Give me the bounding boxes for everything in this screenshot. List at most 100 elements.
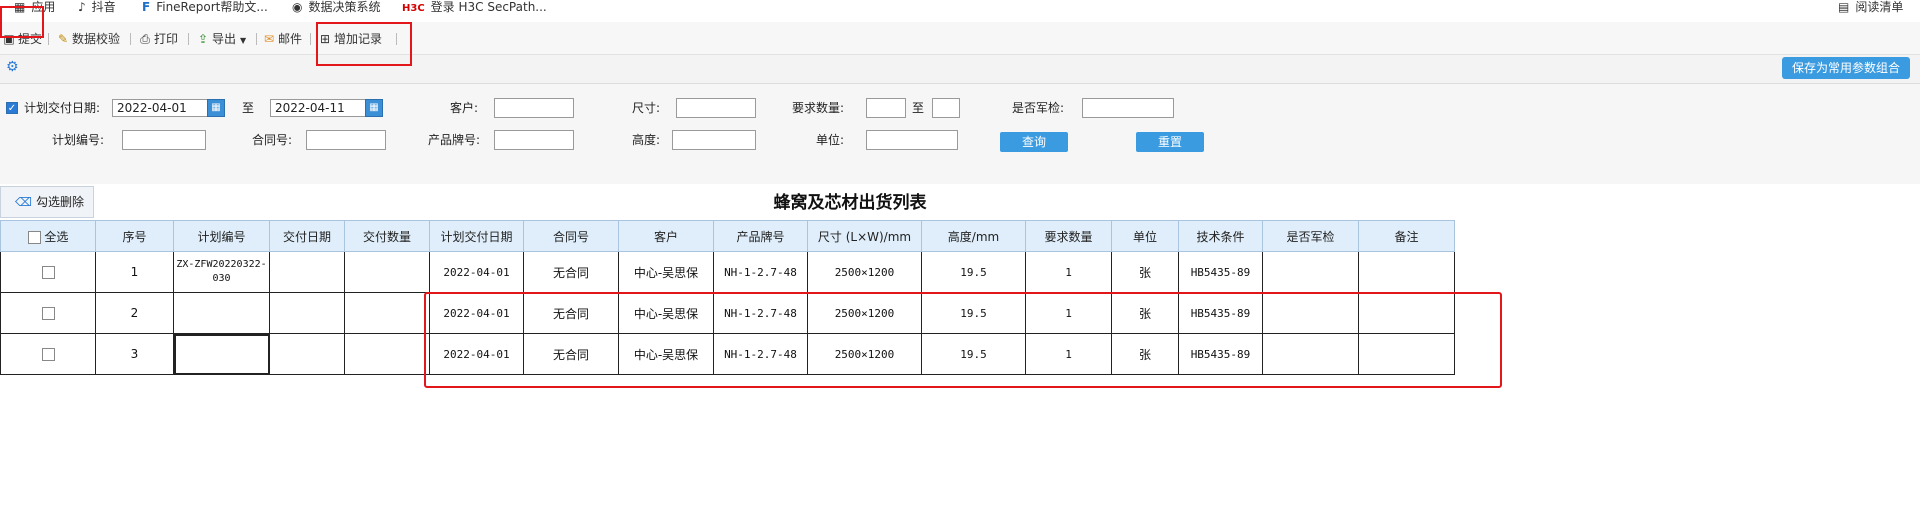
to-label: 至 [912,101,925,115]
printer-icon: ⎙ [140,32,150,46]
cell-plan-no[interactable] [173,292,270,334]
unit-input[interactable] [866,130,958,150]
header-cell: 要求数量 [1025,220,1112,252]
header-cell: 尺寸 (L×W)/mm [807,220,922,252]
cell-plan-date: 2022-04-01 [429,251,524,293]
reading-list-icon: ▤ [1838,0,1850,14]
header-cell: 单位 [1111,220,1179,252]
unit-label: 单位: [816,133,845,147]
row-checkbox-cell[interactable] [0,292,96,334]
delete-checked-button[interactable]: ⌫ 勾选删除 [0,186,94,218]
reset-button[interactable]: 重置 [1136,132,1204,152]
header-cell: 高度/mm [921,220,1026,252]
plan-date-checkbox[interactable]: ✓ [6,102,18,114]
header-cell: 是否军检 [1262,220,1359,252]
customer-input[interactable] [494,98,574,118]
row-checkbox[interactable] [41,306,55,320]
date-to-input[interactable] [270,99,366,117]
row-checkbox[interactable] [41,347,55,361]
row-checkbox-cell[interactable] [0,333,96,375]
cell-delivery-qty[interactable] [344,333,430,375]
cell-delivery-date[interactable] [269,251,345,293]
annotation-box-add-record [316,22,412,66]
size-input[interactable] [676,98,756,118]
plan-no-input[interactable] [122,130,206,150]
toolbar-divider [310,33,311,45]
header-cell: 备注 [1358,220,1455,252]
cell-tech: HB5435-89 [1178,251,1263,293]
cell-delivery-qty[interactable] [344,292,430,334]
toolbar-divider [256,33,257,45]
cell-plan-no-selected[interactable] [173,333,270,375]
h3c-icon: H3C [402,3,425,14]
print-button[interactable]: ⎙ 打印 [138,30,178,48]
cell-seq: 3 [95,333,174,375]
cell-delivery-date[interactable] [269,292,345,334]
annotation-box-submit [0,6,44,38]
cell-size: 2500×1200 [807,251,922,293]
tiktok-icon: ♪ [78,0,86,14]
bookmark-h3c[interactable]: H3C 登录 H3C SecPath... [402,0,547,16]
cell-seq: 2 [95,292,174,334]
query-form: ✓ 计划交付日期: ▦ 至 ▦ 客户: 尺寸: 要求数量: 至 是否军检: 计划… [0,84,1920,184]
bookmark-decision-system[interactable]: ◉ 数据决策系统 [292,0,381,16]
plan-no-label: 计划编号: [52,133,105,147]
finereport-icon: F [142,0,151,14]
row-checkbox-cell[interactable] [0,251,96,293]
size-label: 尺寸: [632,101,661,115]
calendar-icon[interactable]: ▦ [207,99,225,117]
bookmark-finereport[interactable]: F FineReport帮助文... [142,0,268,16]
toolbar-divider [48,33,49,45]
contract-label: 合同号: [252,133,293,147]
military-label: 是否军检: [1012,101,1065,115]
qty-from-input[interactable] [866,98,906,118]
wand-icon: ✎ [57,32,69,46]
date-from-input[interactable] [112,99,208,117]
qty-to-input[interactable] [932,98,960,118]
cell-contract: 无合同 [523,251,619,293]
cell-remark[interactable] [1358,251,1455,293]
row-checkbox[interactable] [41,265,55,279]
bookmark-douyin[interactable]: ♪ 抖音 [78,0,116,16]
cell-unit: 张 [1111,251,1179,293]
bookmarks-bar: ▦ 应用 ♪ 抖音 F FineReport帮助文... ◉ 数据决策系统 H3C 登录 … [0,0,1920,16]
export-button[interactable]: ⇪ 导出 ▼ [196,30,246,48]
mail-icon: ✉ [263,32,275,46]
mail-button[interactable]: ✉ 邮件 [262,30,302,48]
reading-list[interactable]: ▤ 阅读清单 [1838,0,1903,16]
header-cell: 计划交付日期 [429,220,524,252]
verify-button[interactable]: ✎ 数据校验 [56,30,120,48]
brand-input[interactable] [494,130,574,150]
contract-input[interactable] [306,130,386,150]
save-param-combo-button[interactable]: 保存为常用参数组合 [1782,57,1910,79]
cell-customer: 中心-吴思保 [618,251,714,293]
header-cell: 合同号 [523,220,619,252]
plan-date-label: 计划交付日期: [24,101,101,115]
header-cell: 产品牌号 [713,220,808,252]
cell-delivery-date[interactable] [269,333,345,375]
header-cell: 客户 [618,220,714,252]
select-all-checkbox[interactable] [27,230,41,244]
annotation-box-rows [424,292,1502,388]
query-button[interactable]: 查询 [1000,132,1068,152]
globe-icon: ◉ [292,0,303,14]
cell-req-qty: 1 [1025,251,1112,293]
brand-label: 产品牌号: [428,133,481,147]
header-cell: 交付数量 [344,220,430,252]
table-row: 1 ZX-ZFW20220322-030 2022-04-01 无合同 中心-吴… [0,251,1455,293]
header-cell: 技术条件 [1178,220,1263,252]
height-input[interactable] [672,130,756,150]
header-cell: 序号 [95,220,174,252]
broom-icon: ⌫ [15,195,32,209]
header-select-all[interactable]: 全选 [0,220,96,252]
cell-plan-no[interactable]: ZX-ZFW20220322-030 [173,251,270,293]
military-input[interactable] [1082,98,1174,118]
dropdown-icon: ▼ [240,36,247,45]
cell-height: 19.5 [921,251,1026,293]
calendar-icon[interactable]: ▦ [365,99,383,117]
parameter-settings-icon[interactable]: ⚙ [6,59,19,75]
to-label: 至 [242,101,255,115]
cell-seq: 1 [95,251,174,293]
cell-military[interactable] [1262,251,1359,293]
cell-delivery-qty[interactable] [344,251,430,293]
